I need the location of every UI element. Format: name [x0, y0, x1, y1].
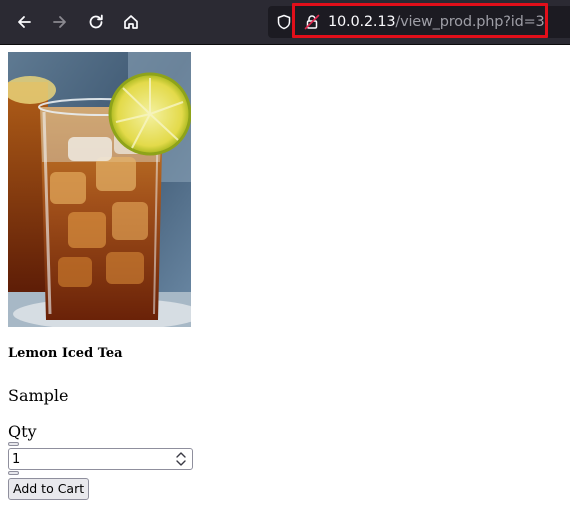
qty-decrement-button[interactable]: [8, 442, 19, 446]
product-name: Lemon Iced Tea: [8, 346, 123, 361]
back-button[interactable]: [10, 8, 38, 36]
forward-button[interactable]: [46, 8, 74, 36]
back-arrow-icon: [18, 16, 31, 28]
product-image: [8, 52, 191, 327]
url-bar[interactable]: 10.0.2.13/view_prod.php?id=3: [268, 6, 570, 38]
url-host: 10.0.2.13: [328, 14, 396, 30]
iced-tea-photo: [8, 52, 191, 327]
reload-button[interactable]: [82, 8, 110, 36]
qty-label: Qty: [8, 422, 37, 441]
qty-spinner-icon[interactable]: [172, 450, 190, 468]
product-description: Sample: [8, 386, 69, 405]
lock-icon[interactable]: [304, 14, 320, 30]
qty-input[interactable]: [8, 448, 193, 470]
forward-arrow-icon: [53, 16, 66, 28]
home-button[interactable]: [117, 8, 145, 36]
qty-increment-button[interactable]: [8, 471, 19, 475]
add-to-cart-button[interactable]: Add to Cart: [8, 478, 90, 500]
browser-toolbar: 10.0.2.13/view_prod.php?id=3: [0, 0, 570, 45]
url-path: /view_prod.php?id=3: [395, 14, 545, 30]
shield-icon[interactable]: [276, 14, 292, 30]
url-text[interactable]: 10.0.2.13/view_prod.php?id=3: [328, 6, 545, 38]
reload-icon: [89, 14, 103, 29]
home-icon: [124, 15, 138, 29]
